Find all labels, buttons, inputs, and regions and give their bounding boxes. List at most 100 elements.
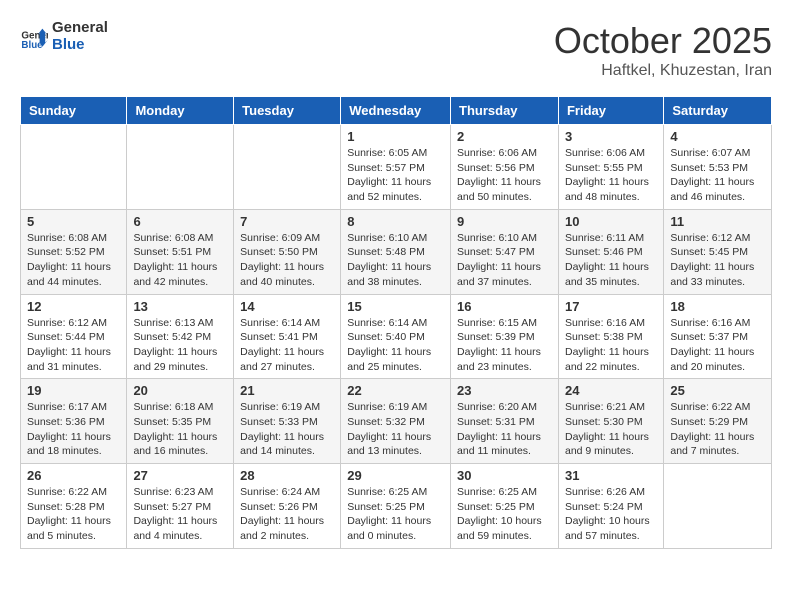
day-number: 4 — [670, 129, 765, 144]
day-info: Sunrise: 6:06 AM Sunset: 5:55 PM Dayligh… — [565, 146, 657, 205]
logo-blue: Blue — [52, 37, 108, 54]
logo-general: General — [52, 20, 108, 37]
day-number: 8 — [347, 214, 444, 229]
day-info: Sunrise: 6:19 AM Sunset: 5:32 PM Dayligh… — [347, 400, 444, 459]
calendar-cell: 22Sunrise: 6:19 AM Sunset: 5:32 PM Dayli… — [341, 379, 451, 464]
day-number: 14 — [240, 299, 334, 314]
day-info: Sunrise: 6:12 AM Sunset: 5:44 PM Dayligh… — [27, 316, 120, 375]
day-info: Sunrise: 6:24 AM Sunset: 5:26 PM Dayligh… — [240, 485, 334, 544]
calendar-cell: 4 Sunrise: 6:07 AM Sunset: 5:53 PM Daylig… — [664, 125, 772, 210]
calendar-body: 1Sunrise: 6:05 AM Sunset: 5:57 PM Daylig… — [21, 125, 772, 549]
calendar-cell: 17 Sunrise: 6:16 AM Sunset: 5:38 PM Dayli… — [558, 294, 663, 379]
calendar-cell: 5 Sunrise: 6:08 AM Sunset: 5:52 PM Daylig… — [21, 209, 127, 294]
day-number: 30 — [457, 468, 552, 483]
calendar-cell: 13 Sunrise: 6:13 AM Sunset: 5:42 PM Dayli… — [127, 294, 234, 379]
calendar-cell — [127, 125, 234, 210]
calendar-cell: 14 Sunrise: 6:14 AM Sunset: 5:41 PM Dayli… — [234, 294, 341, 379]
calendar-cell: 6Sunrise: 6:08 AM Sunset: 5:51 PM Daylig… — [127, 209, 234, 294]
day-info: Sunrise: 6:07 AM Sunset: 5:53 PM Dayligh… — [670, 146, 765, 205]
day-info: Sunrise: 6:09 AM Sunset: 5:50 PM Dayligh… — [240, 231, 334, 290]
calendar-week-4: 26Sunrise: 6:22 AM Sunset: 5:28 PM Dayli… — [21, 464, 772, 549]
weekday-tuesday: Tuesday — [234, 97, 341, 125]
weekday-wednesday: Wednesday — [341, 97, 451, 125]
calendar-cell: 31 Sunrise: 6:26 AM Sunset: 5:24 PM Dayli… — [558, 464, 663, 549]
location-title: Haftkel, Khuzestan, Iran — [554, 62, 772, 80]
day-info: Sunrise: 6:15 AM Sunset: 5:39 PM Dayligh… — [457, 316, 552, 375]
day-info: Sunrise: 6:08 AM Sunset: 5:51 PM Dayligh… — [133, 231, 227, 290]
calendar-cell: 25Sunrise: 6:22 AM Sunset: 5:29 PM Dayli… — [664, 379, 772, 464]
calendar-cell: 18 Sunrise: 6:16 AM Sunset: 5:37 PM Dayli… — [664, 294, 772, 379]
weekday-friday: Friday — [558, 97, 663, 125]
calendar-cell: 10Sunrise: 6:11 AM Sunset: 5:46 PM Dayli… — [558, 209, 663, 294]
month-title: October 2025 — [554, 20, 772, 62]
logo: General Blue General Blue — [20, 20, 108, 53]
day-number: 21 — [240, 383, 334, 398]
calendar-cell: 21Sunrise: 6:19 AM Sunset: 5:33 PM Dayli… — [234, 379, 341, 464]
calendar-cell: 20 Sunrise: 6:18 AM Sunset: 5:35 PM Dayli… — [127, 379, 234, 464]
weekday-thursday: Thursday — [451, 97, 559, 125]
day-info: Sunrise: 6:16 AM Sunset: 5:37 PM Dayligh… — [670, 316, 765, 375]
day-number: 2 — [457, 129, 552, 144]
day-info: Sunrise: 6:14 AM Sunset: 5:41 PM Dayligh… — [240, 316, 334, 375]
day-number: 18 — [670, 299, 765, 314]
day-number: 13 — [133, 299, 227, 314]
day-number: 3 — [565, 129, 657, 144]
calendar-cell: 1Sunrise: 6:05 AM Sunset: 5:57 PM Daylig… — [341, 125, 451, 210]
calendar-cell: 16 Sunrise: 6:15 AM Sunset: 5:39 PM Dayli… — [451, 294, 559, 379]
day-info: Sunrise: 6:14 AM Sunset: 5:40 PM Dayligh… — [347, 316, 444, 375]
calendar-cell: 3 Sunrise: 6:06 AM Sunset: 5:55 PM Daylig… — [558, 125, 663, 210]
day-info: Sunrise: 6:23 AM Sunset: 5:27 PM Dayligh… — [133, 485, 227, 544]
day-info: Sunrise: 6:21 AM Sunset: 5:30 PM Dayligh… — [565, 400, 657, 459]
calendar-table: SundayMondayTuesdayWednesdayThursdayFrid… — [20, 96, 772, 549]
title-block: October 2025 Haftkel, Khuzestan, Iran — [554, 20, 772, 80]
day-number: 17 — [565, 299, 657, 314]
weekday-header-row: SundayMondayTuesdayWednesdayThursdayFrid… — [21, 97, 772, 125]
calendar-cell — [664, 464, 772, 549]
day-info: Sunrise: 6:25 AM Sunset: 5:25 PM Dayligh… — [347, 485, 444, 544]
day-info: Sunrise: 6:17 AM Sunset: 5:36 PM Dayligh… — [27, 400, 120, 459]
calendar-cell: 9Sunrise: 6:10 AM Sunset: 5:47 PM Daylig… — [451, 209, 559, 294]
day-number: 24 — [565, 383, 657, 398]
calendar-cell: 11Sunrise: 6:12 AM Sunset: 5:45 PM Dayli… — [664, 209, 772, 294]
day-info: Sunrise: 6:12 AM Sunset: 5:45 PM Dayligh… — [670, 231, 765, 290]
calendar-week-2: 12Sunrise: 6:12 AM Sunset: 5:44 PM Dayli… — [21, 294, 772, 379]
day-number: 23 — [457, 383, 552, 398]
day-info: Sunrise: 6:26 AM Sunset: 5:24 PM Dayligh… — [565, 485, 657, 544]
day-number: 10 — [565, 214, 657, 229]
calendar-week-3: 19 Sunrise: 6:17 AM Sunset: 5:36 PM Dayli… — [21, 379, 772, 464]
day-number: 31 — [565, 468, 657, 483]
calendar-week-1: 5 Sunrise: 6:08 AM Sunset: 5:52 PM Daylig… — [21, 209, 772, 294]
weekday-saturday: Saturday — [664, 97, 772, 125]
day-info: Sunrise: 6:10 AM Sunset: 5:48 PM Dayligh… — [347, 231, 444, 290]
calendar-cell: 15 Sunrise: 6:14 AM Sunset: 5:40 PM Dayli… — [341, 294, 451, 379]
day-number: 1 — [347, 129, 444, 144]
calendar-cell: 8 Sunrise: 6:10 AM Sunset: 5:48 PM Daylig… — [341, 209, 451, 294]
day-number: 5 — [27, 214, 120, 229]
day-info: Sunrise: 6:16 AM Sunset: 5:38 PM Dayligh… — [565, 316, 657, 375]
day-info: Sunrise: 6:20 AM Sunset: 5:31 PM Dayligh… — [457, 400, 552, 459]
calendar-cell: 28Sunrise: 6:24 AM Sunset: 5:26 PM Dayli… — [234, 464, 341, 549]
day-number: 25 — [670, 383, 765, 398]
logo-icon: General Blue — [20, 23, 48, 51]
day-info: Sunrise: 6:13 AM Sunset: 5:42 PM Dayligh… — [133, 316, 227, 375]
day-info: Sunrise: 6:18 AM Sunset: 5:35 PM Dayligh… — [133, 400, 227, 459]
day-number: 26 — [27, 468, 120, 483]
calendar-cell: 24 Sunrise: 6:21 AM Sunset: 5:30 PM Dayli… — [558, 379, 663, 464]
day-info: Sunrise: 6:08 AM Sunset: 5:52 PM Dayligh… — [27, 231, 120, 290]
calendar-cell: 12Sunrise: 6:12 AM Sunset: 5:44 PM Dayli… — [21, 294, 127, 379]
calendar-cell: 30 Sunrise: 6:25 AM Sunset: 5:25 PM Dayli… — [451, 464, 559, 549]
day-number: 19 — [27, 383, 120, 398]
day-number: 20 — [133, 383, 227, 398]
calendar-cell: 23 Sunrise: 6:20 AM Sunset: 5:31 PM Dayli… — [451, 379, 559, 464]
day-number: 29 — [347, 468, 444, 483]
calendar-cell: 2Sunrise: 6:06 AM Sunset: 5:56 PM Daylig… — [451, 125, 559, 210]
day-info: Sunrise: 6:25 AM Sunset: 5:25 PM Dayligh… — [457, 485, 552, 544]
day-info: Sunrise: 6:10 AM Sunset: 5:47 PM Dayligh… — [457, 231, 552, 290]
day-number: 16 — [457, 299, 552, 314]
calendar-cell: 27 Sunrise: 6:23 AM Sunset: 5:27 PM Dayli… — [127, 464, 234, 549]
calendar-cell: 26Sunrise: 6:22 AM Sunset: 5:28 PM Dayli… — [21, 464, 127, 549]
calendar-cell: 19 Sunrise: 6:17 AM Sunset: 5:36 PM Dayli… — [21, 379, 127, 464]
weekday-monday: Monday — [127, 97, 234, 125]
day-number: 15 — [347, 299, 444, 314]
day-number: 27 — [133, 468, 227, 483]
